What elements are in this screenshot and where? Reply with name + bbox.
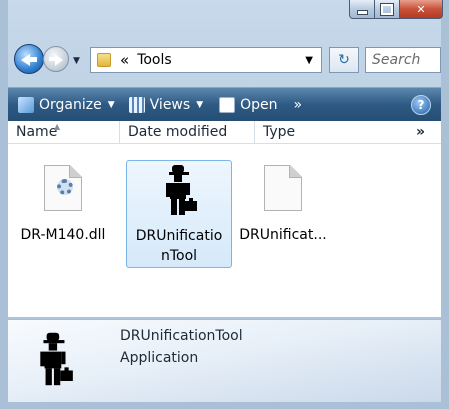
column-overflow-button[interactable]: » bbox=[408, 121, 441, 143]
blank-file-icon bbox=[264, 165, 302, 211]
chevron-down-icon: ▼ bbox=[107, 99, 115, 110]
organize-label: Organize bbox=[39, 96, 102, 113]
search-input[interactable]: Search bbox=[365, 47, 441, 73]
details-file-type: Application bbox=[120, 350, 199, 366]
open-icon bbox=[219, 96, 236, 113]
file-list-pane: ▲ Name Date modified Type » DR-M140.dll bbox=[8, 121, 441, 317]
folder-icon bbox=[97, 53, 111, 67]
column-header-type[interactable]: Type bbox=[255, 121, 390, 143]
views-icon bbox=[128, 96, 145, 113]
address-row: ▼ « Tools ▼ ↻ Search bbox=[8, 42, 441, 78]
open-button[interactable]: Open bbox=[219, 96, 278, 113]
details-file-name: DRUnificationTool bbox=[120, 328, 243, 344]
app-person-icon bbox=[160, 163, 200, 219]
gear-icon bbox=[57, 179, 73, 195]
column-headers: ▲ Name Date modified Type » bbox=[8, 121, 441, 144]
file-item-drunificat[interactable]: DRUnificat... bbox=[230, 159, 336, 267]
maximize-button[interactable] bbox=[375, 0, 400, 19]
caption-buttons: ✕ bbox=[349, 0, 443, 20]
column-header-name[interactable]: ▲ Name bbox=[8, 121, 120, 143]
sort-arrow-icon: ▲ bbox=[54, 122, 61, 131]
back-button[interactable] bbox=[14, 44, 44, 74]
toolbar-overflow-button[interactable]: » bbox=[294, 97, 303, 113]
column-header-date-modified[interactable]: Date modified bbox=[120, 121, 255, 143]
chevron-down-icon: ▼ bbox=[196, 99, 204, 110]
file-name: DRUnificatio nTool bbox=[135, 228, 223, 264]
minimize-button[interactable] bbox=[349, 0, 375, 19]
close-button[interactable]: ✕ bbox=[400, 0, 443, 19]
file-item-dll[interactable]: DR-M140.dll bbox=[10, 159, 116, 267]
views-button[interactable]: Views ▼ bbox=[128, 96, 204, 113]
open-label: Open bbox=[240, 96, 278, 113]
app-person-icon bbox=[34, 330, 76, 394]
dll-file-icon bbox=[44, 165, 82, 211]
command-toolbar: Organize ▼ Views ▼ Open » ? bbox=[8, 87, 441, 121]
details-pane: DRUnificationTool Application bbox=[8, 319, 441, 402]
breadcrumb-chevron[interactable]: « bbox=[120, 51, 129, 69]
recent-pages-dropdown-icon[interactable]: ▼ bbox=[73, 56, 80, 66]
refresh-icon: ↻ bbox=[338, 52, 350, 68]
views-label: Views bbox=[149, 96, 191, 113]
address-dropdown-icon[interactable]: ▼ bbox=[305, 55, 313, 66]
toolbar-more: » bbox=[293, 96, 303, 113]
forward-button[interactable] bbox=[43, 46, 69, 72]
file-name: DR-M140.dll bbox=[20, 227, 106, 243]
maximize-icon bbox=[380, 2, 394, 16]
breadcrumb-tools[interactable]: Tools bbox=[137, 52, 172, 68]
forward-arrow-icon bbox=[55, 54, 63, 66]
address-bar[interactable]: « Tools ▼ bbox=[90, 47, 322, 73]
minimize-icon bbox=[356, 9, 368, 15]
file-item-drunificationtool[interactable]: DRUnificatio nTool bbox=[126, 160, 232, 268]
file-name: DRUnificat... bbox=[239, 227, 327, 243]
help-button[interactable]: ? bbox=[411, 94, 431, 115]
close-icon: ✕ bbox=[416, 2, 426, 16]
organize-icon bbox=[18, 96, 34, 113]
refresh-button[interactable]: ↻ bbox=[329, 47, 359, 73]
organize-button[interactable]: Organize ▼ bbox=[18, 96, 115, 113]
